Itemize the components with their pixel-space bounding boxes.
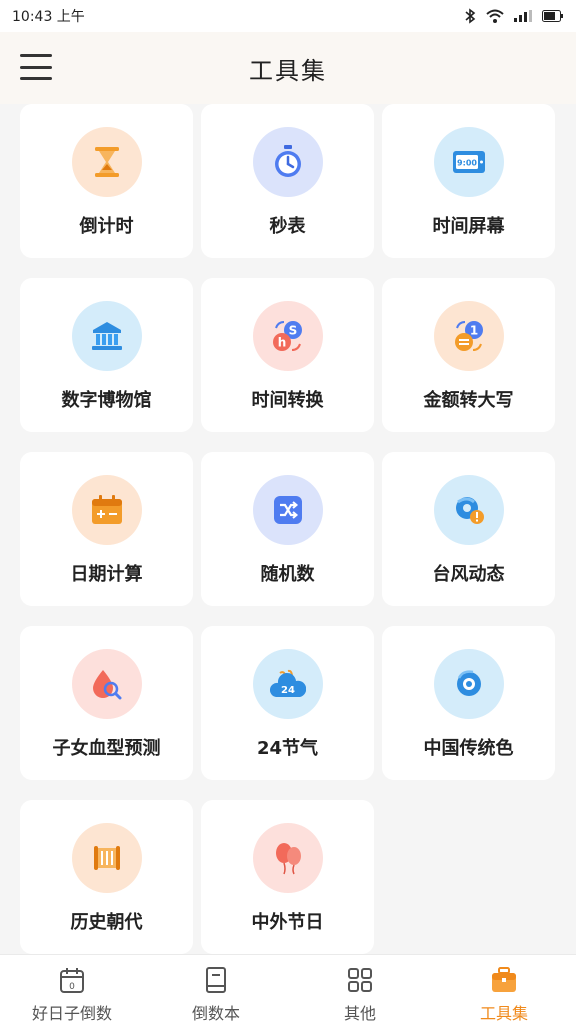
tool-label: 台风动态: [432, 564, 505, 585]
clock-screen-icon: 9:00: [452, 151, 485, 173]
status-time: 10:43 上午: [12, 9, 85, 25]
menu-button[interactable]: [20, 54, 52, 80]
calendar-calc-icon: [91, 495, 122, 524]
wifi-icon: [486, 9, 504, 23]
app-header: 工具集: [0, 32, 576, 104]
stopwatch-icon: [274, 145, 301, 177]
tool-label: 金额转大写: [423, 390, 514, 411]
notebook-icon: [201, 965, 231, 994]
blood-drop-icon: [92, 670, 121, 700]
tool-card-traditional-colors[interactable]: 中国传统色: [382, 626, 555, 780]
tool-grid: 倒计时 秒表 9:00 时间屏幕 数字博物馆 S h 时间转换 1 金额转大写 …: [20, 104, 556, 954]
tool-card-history-dynasty[interactable]: 历史朝代: [20, 800, 193, 954]
svg-text:24: 24: [281, 685, 295, 696]
tool-label: 中国传统色: [423, 738, 514, 759]
tool-card-solar-terms[interactable]: 24 24节气: [201, 626, 374, 780]
time-convert-icon: S h: [272, 321, 302, 351]
tool-card-date-calc[interactable]: 日期计算: [20, 452, 193, 606]
tool-label: 中外节日: [251, 912, 324, 933]
menu-icon-bar: [20, 77, 52, 80]
svg-text:9:00: 9:00: [457, 159, 477, 168]
tool-icon-circle: [71, 823, 142, 893]
tab-others[interactable]: 其他: [288, 955, 432, 1024]
tool-icon-circle: 1: [433, 301, 504, 371]
svg-text:S: S: [288, 324, 297, 338]
toolbox-icon: [489, 965, 519, 994]
tool-label: 随机数: [260, 564, 315, 585]
calendar-icon: 0: [57, 965, 87, 994]
tool-card-countdown[interactable]: 倒计时: [20, 104, 193, 258]
currency-convert-icon: 1: [454, 321, 483, 351]
tool-label: 历史朝代: [70, 912, 143, 933]
tool-card-time-convert[interactable]: S h 时间转换: [201, 278, 374, 432]
museum-icon: [91, 322, 122, 350]
solar-terms-icon: 24: [269, 669, 306, 697]
tab-label: 倒数本: [191, 1004, 240, 1023]
menu-icon-bar: [20, 54, 52, 57]
signal-icon: [514, 10, 532, 22]
tool-card-time-screen[interactable]: 9:00 时间屏幕: [382, 104, 555, 258]
shuffle-icon: [273, 496, 302, 524]
tool-label: 子女血型预测: [52, 738, 161, 759]
tool-card-amount-uppercase[interactable]: 1 金额转大写: [382, 278, 555, 432]
tool-icon-circle: 9:00: [433, 127, 504, 197]
tool-icon-circle: 24: [252, 649, 323, 719]
status-bar: 10:43 上午: [0, 0, 576, 32]
menu-icon-bar: [20, 65, 52, 69]
tool-label: 日期计算: [70, 564, 143, 585]
tool-card-stopwatch[interactable]: 秒表: [201, 104, 374, 258]
tool-card-digital-museum[interactable]: 数字博物馆: [20, 278, 193, 432]
tool-card-typhoon[interactable]: 台风动态: [382, 452, 555, 606]
hourglass-icon: [94, 147, 119, 177]
tool-label: 秒表: [269, 216, 306, 237]
tab-toolset[interactable]: 工具集: [432, 955, 576, 1024]
bottom-tab-bar: 0 好日子倒数 倒数本 其他 工具集: [0, 954, 576, 1024]
tab-label: 工具集: [479, 1004, 528, 1023]
tool-label: 时间屏幕: [432, 216, 505, 237]
palette-icon: [456, 670, 481, 696]
tool-icon-circle: [252, 475, 323, 545]
tool-icon-circle: [71, 301, 142, 371]
svg-text:0: 0: [69, 982, 75, 992]
tool-icon-circle: [252, 127, 323, 197]
bluetooth-icon: [465, 8, 476, 24]
tool-label: 倒计时: [79, 216, 134, 237]
tool-icon-circle: [252, 823, 323, 893]
tool-label: 24节气: [256, 738, 319, 759]
tool-icon-circle: S h: [252, 301, 323, 371]
tool-label: 数字博物馆: [61, 390, 152, 411]
svg-text:1: 1: [469, 324, 477, 338]
status-icons: [464, 8, 564, 24]
tool-icon-circle: [433, 649, 504, 719]
tool-card-random-number[interactable]: 随机数: [201, 452, 374, 606]
tool-icon-circle: [71, 649, 142, 719]
tab-label: 其他: [343, 1004, 376, 1023]
balloons-icon: [275, 843, 301, 875]
scroll-icon: [93, 846, 120, 870]
page-title: 工具集: [249, 56, 327, 85]
tab-label: 好日子倒数: [31, 1004, 112, 1023]
battery-icon: [542, 10, 563, 22]
tool-icon-circle: [433, 475, 504, 545]
tab-countdown-book[interactable]: 倒数本: [144, 955, 288, 1024]
tool-card-festivals[interactable]: 中外节日: [201, 800, 374, 954]
typhoon-icon: [455, 497, 484, 524]
svg-text:h: h: [277, 336, 286, 350]
tool-card-blood-type[interactable]: 子女血型预测: [20, 626, 193, 780]
tool-icon-circle: [71, 127, 142, 197]
grid-icon: [345, 965, 375, 994]
tab-good-days[interactable]: 0 好日子倒数: [0, 955, 144, 1024]
tool-icon-circle: [71, 475, 142, 545]
tool-label: 时间转换: [251, 390, 324, 411]
